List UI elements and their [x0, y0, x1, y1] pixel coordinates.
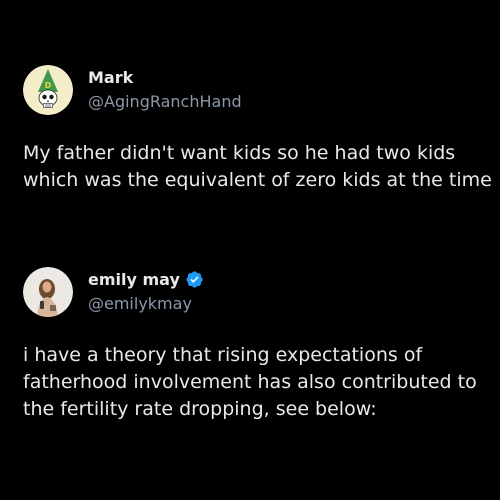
name-row: emily may [88, 270, 204, 290]
display-name[interactable]: emily may [88, 270, 180, 290]
handle[interactable]: @emilykmay [88, 293, 204, 315]
avatar[interactable] [23, 267, 73, 317]
profile-photo-icon [23, 267, 73, 317]
author-info: emily may @emilykmay [88, 270, 204, 315]
post-text: My father didn't want kids so he had two… [23, 142, 492, 191]
verified-badge-icon [186, 271, 203, 288]
post-header: D Mark @AgingRanchHand [23, 64, 482, 116]
skull-dunce-cap-icon: D [23, 65, 73, 115]
post-header: emily may @emilykmay [23, 266, 482, 318]
name-row: Mark [88, 68, 242, 88]
display-name[interactable]: Mark [88, 68, 133, 88]
svg-text:D: D [45, 81, 52, 90]
author-info: Mark @AgingRanchHand [88, 68, 242, 113]
post-mark: D Mark @AgingRanchHand My father didn't … [23, 64, 492, 194]
post-text: i have a theory that rising expectations… [23, 344, 477, 420]
post-emily: emily may @emilykmay i have a theory tha… [23, 266, 482, 423]
avatar[interactable]: D [23, 65, 73, 115]
handle[interactable]: @AgingRanchHand [88, 91, 242, 113]
